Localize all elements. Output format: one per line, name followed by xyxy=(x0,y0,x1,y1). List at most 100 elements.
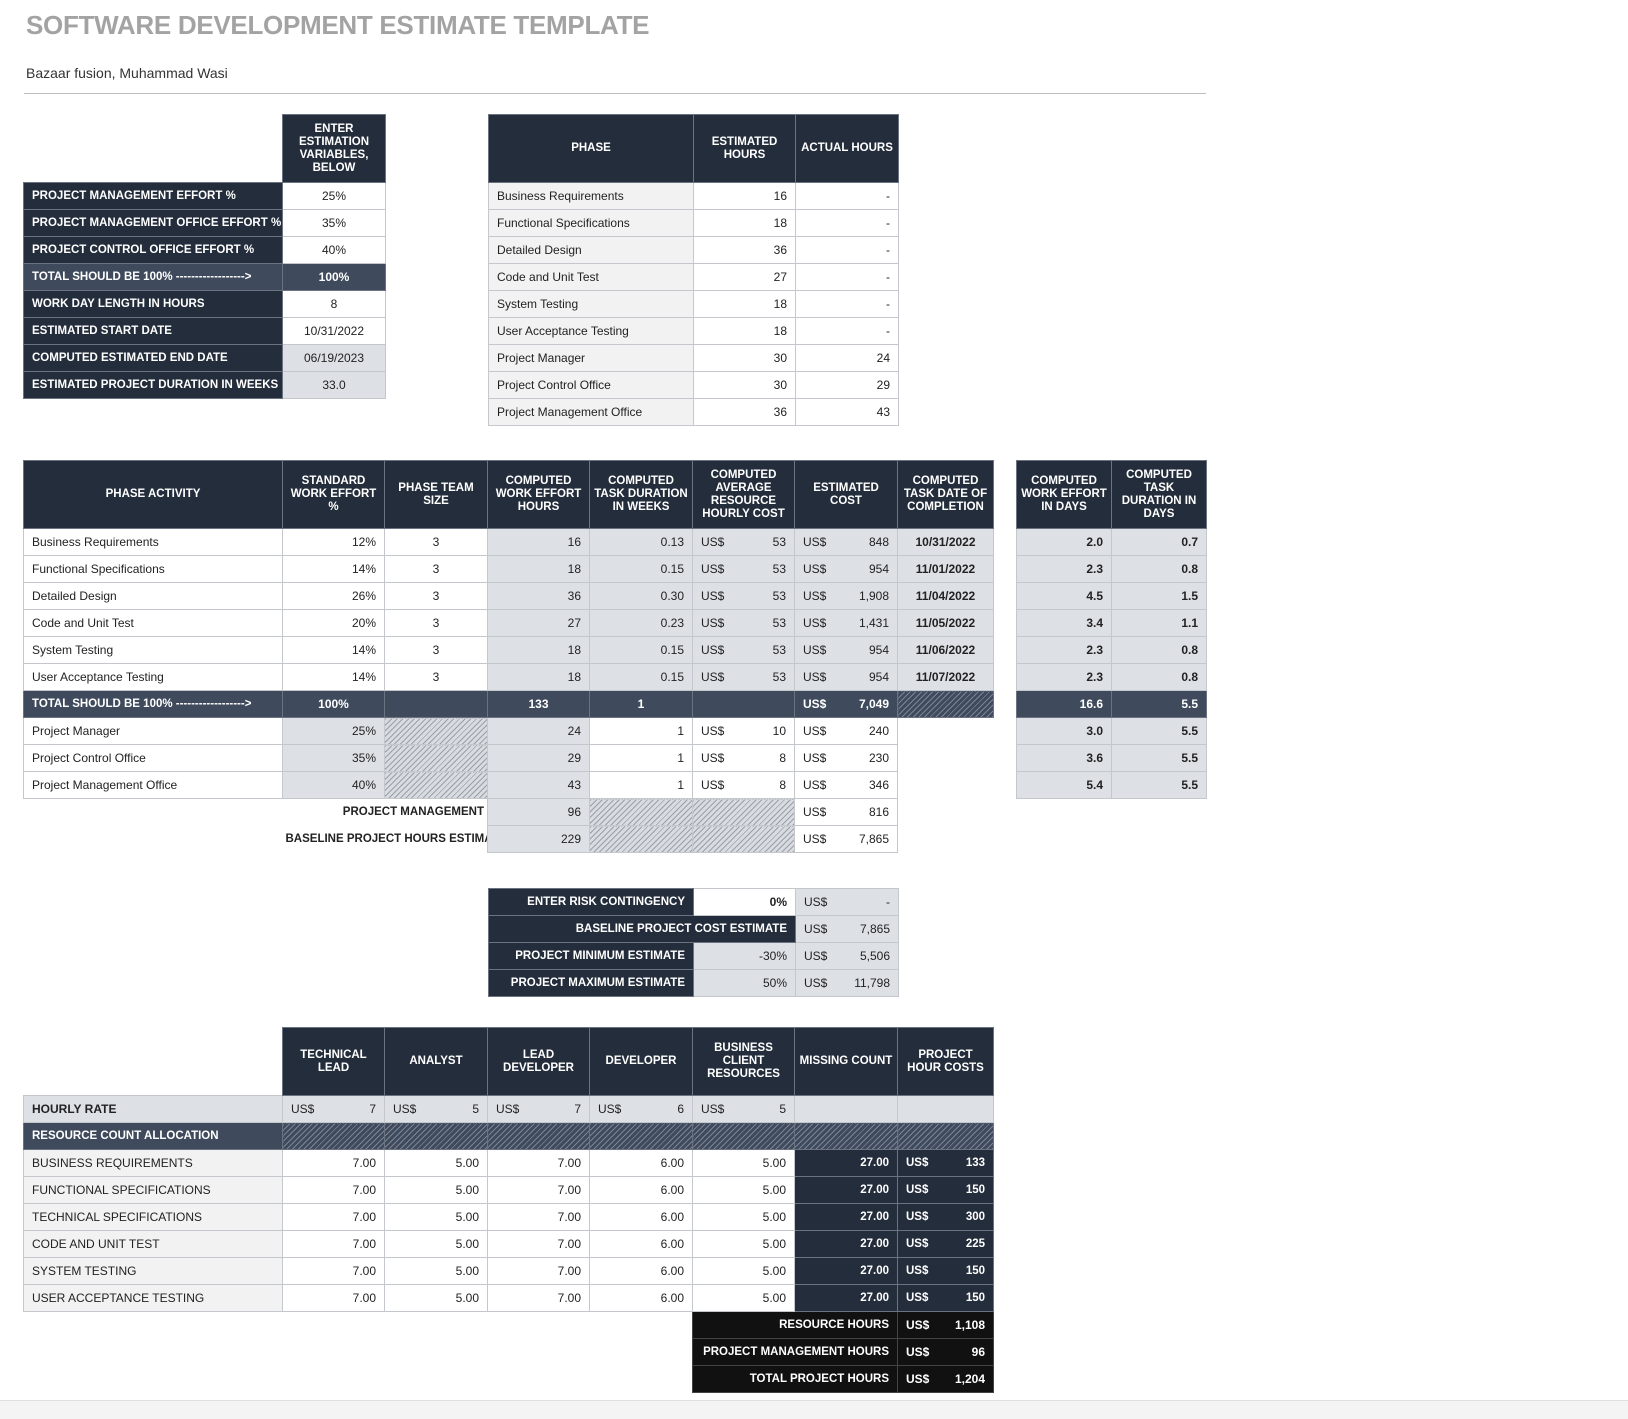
risk-row: PROJECT MINIMUM ESTIMATE -30% US$ 5,506 xyxy=(488,942,899,970)
resource-count[interactable]: 6.00 xyxy=(589,1149,693,1177)
resource-count[interactable]: 6.00 xyxy=(589,1203,693,1231)
actual-hours[interactable]: 43 xyxy=(795,398,899,426)
variable-input[interactable]: 35% xyxy=(282,209,386,237)
hourly-rate[interactable]: US$ 7 xyxy=(487,1095,590,1123)
resource-count[interactable]: 7.00 xyxy=(282,1176,385,1204)
risk-row: ENTER RISK CONTINGENCY 0% US$ - xyxy=(488,888,899,916)
phase-name: Project Manager xyxy=(488,344,694,372)
actual-hours[interactable]: - xyxy=(795,209,899,237)
activity-name: Project Manager xyxy=(23,717,283,745)
currency-symbol: US$ xyxy=(803,778,827,792)
resource-count[interactable]: 5.00 xyxy=(692,1203,795,1231)
resource-count[interactable]: 5.00 xyxy=(384,1176,488,1204)
resource-count[interactable]: 7.00 xyxy=(282,1230,385,1258)
activity-name: System Testing xyxy=(23,636,283,664)
resource-count[interactable]: 7.00 xyxy=(487,1230,590,1258)
resource-count[interactable]: 7.00 xyxy=(487,1176,590,1204)
project-management-hatch xyxy=(692,798,795,826)
resource-count[interactable]: 5.00 xyxy=(384,1230,488,1258)
currency-symbol: US$ xyxy=(393,1102,417,1116)
team-size-hatch xyxy=(384,771,488,799)
team-size[interactable]: 3 xyxy=(384,663,488,691)
activity-name: Business Requirements xyxy=(23,528,283,556)
actual-hours[interactable]: - xyxy=(795,263,899,291)
currency-symbol: US$ xyxy=(701,751,725,765)
resource-count[interactable]: 7.00 xyxy=(487,1149,590,1177)
total-weeks: 1 xyxy=(589,690,693,718)
avg-hourly-cost: US$ 10 xyxy=(692,717,795,745)
actual-hours[interactable]: - xyxy=(795,317,899,345)
std-effort[interactable]: 14% xyxy=(282,555,385,583)
resource-count[interactable]: 5.00 xyxy=(384,1284,488,1312)
total-std-effort: 100% xyxy=(282,690,385,718)
resource-count[interactable]: 6.00 xyxy=(589,1257,693,1285)
hourly-rate[interactable]: US$ 7 xyxy=(282,1095,385,1123)
resource-count[interactable]: 7.00 xyxy=(487,1203,590,1231)
horizontal-scrollbar[interactable] xyxy=(0,1400,1628,1419)
blank xyxy=(24,1312,693,1339)
actual-hours[interactable]: 29 xyxy=(795,371,899,399)
estimated-cost: US$ 954 xyxy=(794,663,898,691)
variable-input[interactable]: 8 xyxy=(282,290,386,318)
resource-count[interactable]: 5.00 xyxy=(692,1176,795,1204)
team-size[interactable]: 3 xyxy=(384,528,488,556)
variable-input[interactable]: 25% xyxy=(282,182,386,210)
resource-count[interactable]: 5.00 xyxy=(692,1230,795,1258)
amount: 954 xyxy=(868,643,889,657)
avg-cost-header: COMPUTED AVERAGE RESOURCE HOURLY COST xyxy=(692,460,795,529)
project-hour-cost: US$ 150 xyxy=(897,1176,994,1204)
amount: 53 xyxy=(772,562,786,576)
resource-count[interactable]: 5.00 xyxy=(384,1149,488,1177)
team-size[interactable]: 3 xyxy=(384,636,488,664)
avg-hourly-cost: US$ 8 xyxy=(692,744,795,772)
variable-input[interactable]: 10/31/2022 xyxy=(282,317,386,345)
estimated-cost: US$ 230 xyxy=(794,744,898,772)
actual-hours[interactable]: - xyxy=(795,290,899,318)
resource-count[interactable]: 6.00 xyxy=(589,1284,693,1312)
resource-count[interactable]: 5.00 xyxy=(692,1257,795,1285)
std-effort[interactable]: 12% xyxy=(282,528,385,556)
hourly-rate[interactable]: US$ 6 xyxy=(589,1095,693,1123)
resource-count[interactable]: 7.00 xyxy=(282,1257,385,1285)
effort-days: 2.3 xyxy=(1016,636,1112,664)
team-size[interactable]: 3 xyxy=(384,609,488,637)
variable-input[interactable]: 40% xyxy=(282,236,386,264)
resource-count[interactable]: 7.00 xyxy=(282,1149,385,1177)
std-effort[interactable]: 26% xyxy=(282,582,385,610)
std-effort[interactable]: 14% xyxy=(282,636,385,664)
hourly-rate[interactable]: US$ 5 xyxy=(692,1095,795,1123)
variable-total-label: TOTAL SHOULD BE 100% ------------------> xyxy=(23,263,283,291)
resource-count[interactable]: 5.00 xyxy=(692,1284,795,1312)
actual-hours[interactable]: - xyxy=(795,182,899,210)
std-effort[interactable]: 14% xyxy=(282,663,385,691)
std-effort: 35% xyxy=(282,744,385,772)
blank xyxy=(24,826,283,853)
resource-count[interactable]: 7.00 xyxy=(282,1284,385,1312)
estimated-hours: 36 xyxy=(693,236,796,264)
allocation-hatch xyxy=(589,1122,693,1150)
risk-contingency-input[interactable]: 0% xyxy=(693,888,796,916)
currency-symbol: US$ xyxy=(804,976,828,990)
hourly-rate[interactable]: US$ 5 xyxy=(384,1095,488,1123)
amount: 11,798 xyxy=(854,976,890,990)
resource-count[interactable]: 6.00 xyxy=(589,1176,693,1204)
actual-hours[interactable]: 24 xyxy=(795,344,899,372)
total-blank xyxy=(692,690,795,718)
amount: 5 xyxy=(472,1102,479,1116)
resource-count[interactable]: 5.00 xyxy=(384,1257,488,1285)
resource-header: DEVELOPER xyxy=(589,1027,693,1096)
resource-count[interactable]: 6.00 xyxy=(589,1230,693,1258)
resource-count[interactable]: 7.00 xyxy=(282,1203,385,1231)
std-effort[interactable]: 20% xyxy=(282,609,385,637)
actual-hours[interactable]: - xyxy=(795,236,899,264)
resource-count[interactable]: 7.00 xyxy=(487,1284,590,1312)
team-size[interactable]: 3 xyxy=(384,582,488,610)
amount: 150 xyxy=(965,1292,985,1304)
estimated-cost: US$ 954 xyxy=(794,636,898,664)
resource-count[interactable]: 5.00 xyxy=(692,1149,795,1177)
resource-count[interactable]: 5.00 xyxy=(384,1203,488,1231)
duration-days: 1.1 xyxy=(1111,609,1207,637)
team-size[interactable]: 3 xyxy=(384,555,488,583)
resource-count[interactable]: 7.00 xyxy=(487,1257,590,1285)
work-hours: 43 xyxy=(487,771,590,799)
